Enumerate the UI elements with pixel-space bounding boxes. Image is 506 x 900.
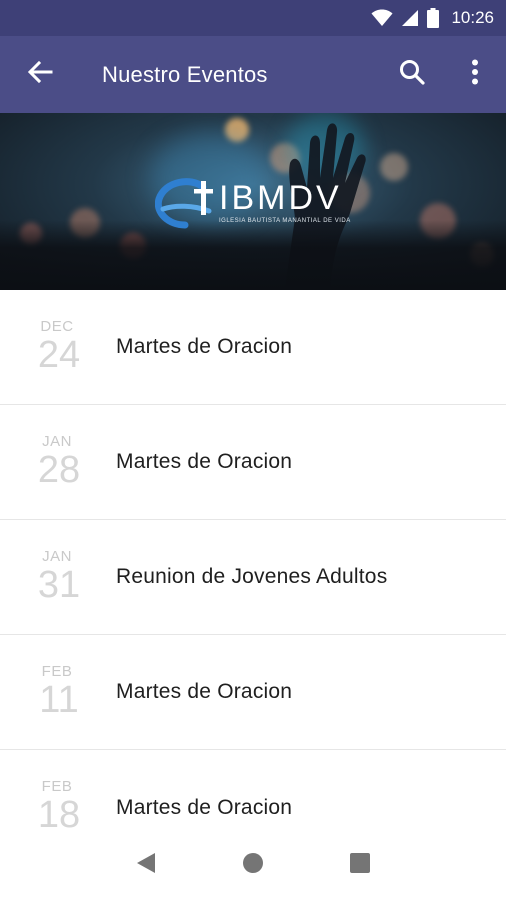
event-month: FEB: [41, 778, 73, 795]
status-bar: 10:26: [0, 0, 506, 36]
event-title: Martes de Oracion: [116, 450, 293, 473]
event-date: JAN 28: [0, 405, 116, 520]
list-item[interactable]: DEC 24 Martes de Oracion: [0, 290, 506, 405]
event-title: Reunion de Jovenes Adultos: [116, 565, 388, 588]
home-circle-icon: [242, 852, 264, 879]
recents-square-icon: [349, 852, 371, 879]
arrow-left-icon: [27, 60, 53, 89]
list-item[interactable]: JAN 31 Reunion de Jovenes Adultos: [0, 520, 506, 635]
nav-recents-button[interactable]: [330, 835, 390, 895]
list-item[interactable]: FEB 11 Martes de Oracion: [0, 635, 506, 750]
signal-icon: [401, 9, 419, 27]
event-title: Martes de Oracion: [116, 335, 293, 358]
search-icon: [399, 59, 425, 90]
wifi-icon: [371, 9, 393, 27]
event-month: JAN: [42, 432, 72, 450]
event-date: JAN 31: [0, 520, 116, 635]
search-button[interactable]: [380, 36, 444, 113]
event-month: JAN: [42, 547, 72, 565]
event-date: FEB 11: [0, 635, 116, 750]
back-button[interactable]: [0, 36, 80, 113]
logo-mark-icon: [154, 175, 215, 229]
event-day: 28: [37, 448, 81, 491]
event-day: 11: [39, 678, 79, 721]
header-banner: IBMDV IGLESIA BAUTISTA MANANTIAL DE VIDA: [0, 113, 506, 290]
more-options-button[interactable]: [444, 36, 506, 113]
event-month: FEB: [41, 662, 73, 680]
back-triangle-icon: [136, 852, 156, 879]
system-nav-bar: [0, 830, 506, 900]
nav-home-button[interactable]: [223, 835, 283, 895]
event-month: DEC: [40, 317, 74, 335]
app-bar: Nuestro Eventos: [0, 36, 506, 113]
event-date: DEC 24: [0, 290, 116, 405]
event-title: Martes de Oracion: [116, 680, 293, 703]
more-vert-icon: [471, 59, 479, 90]
event-title: Martes de Oracion: [116, 795, 293, 819]
nav-back-button[interactable]: [116, 835, 176, 895]
status-time: 10:26: [451, 8, 494, 27]
event-list: DEC 24 Martes de Oracion JAN 28 Martes d…: [0, 290, 506, 865]
event-day: 31: [37, 563, 81, 606]
logo-subtitle: IGLESIA BAUTISTA MANANTIAL DE VIDA: [219, 217, 351, 224]
church-logo: IBMDV IGLESIA BAUTISTA MANANTIAL DE VIDA: [154, 175, 351, 229]
event-day: 24: [37, 333, 81, 376]
battery-icon: [427, 8, 440, 28]
logo-text: IBMDV: [219, 178, 342, 217]
list-item[interactable]: JAN 28 Martes de Oracion: [0, 405, 506, 520]
page-title: Nuestro Eventos: [102, 61, 268, 87]
